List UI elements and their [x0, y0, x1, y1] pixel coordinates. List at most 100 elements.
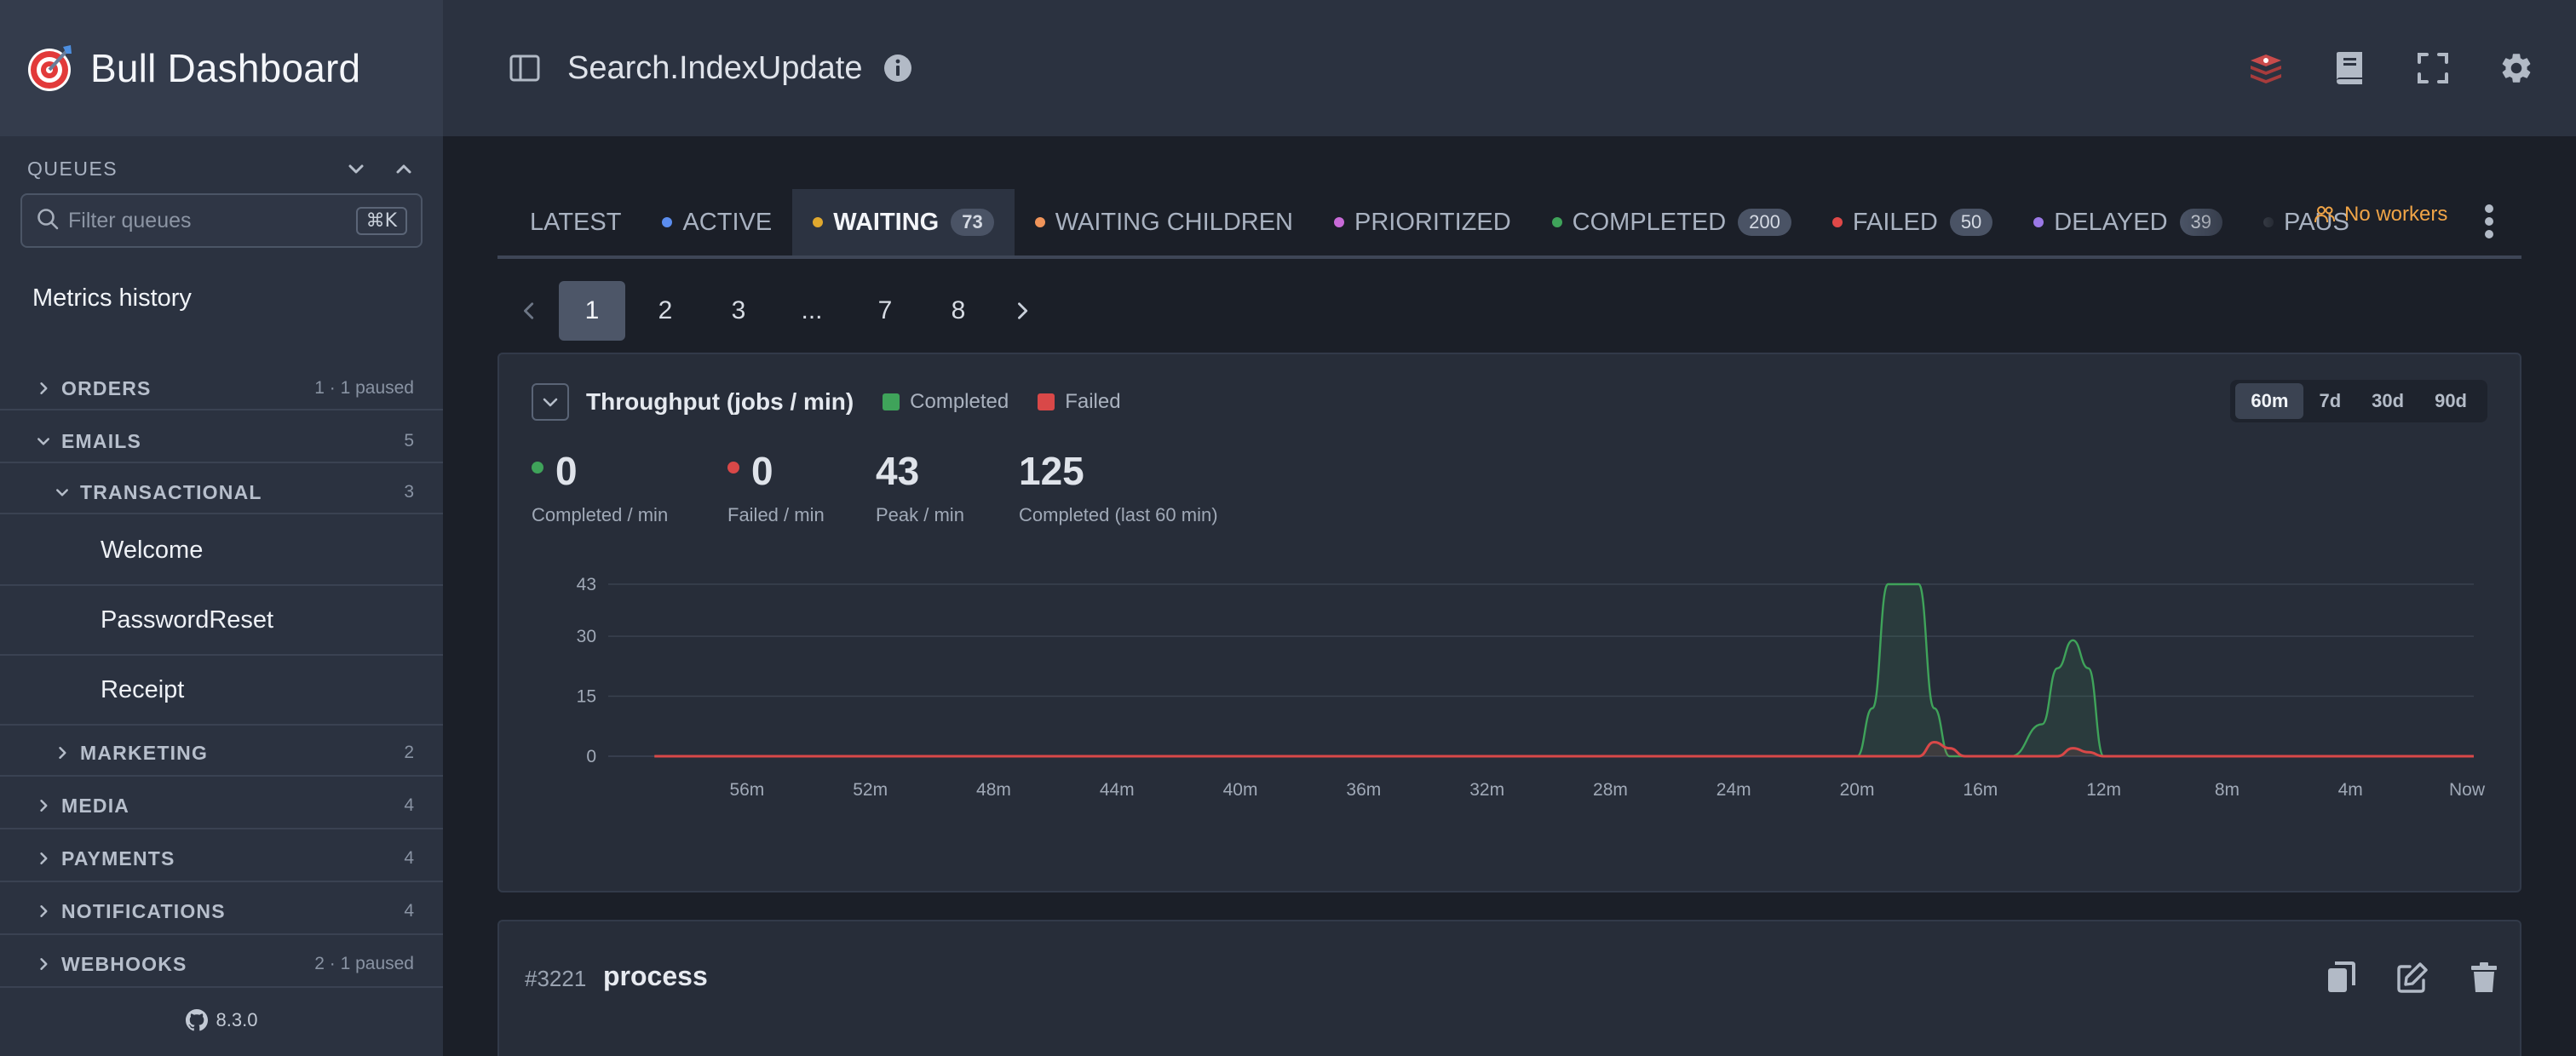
- next-page-chevron-right-icon[interactable]: [998, 281, 1046, 341]
- x-tick-label: 24m: [1716, 780, 1751, 800]
- stat-value: 0: [532, 448, 668, 494]
- queue-group-count: 4: [404, 795, 414, 815]
- legend-failed: Failed: [1038, 390, 1121, 414]
- stat-label: Failed / min: [727, 504, 825, 525]
- filter-queues-input[interactable]: [68, 208, 356, 233]
- copy-icon[interactable]: [2322, 957, 2360, 998]
- tab-prioritized[interactable]: PRIORITIZED: [1314, 189, 1532, 255]
- chevron-down-icon[interactable]: [53, 483, 72, 502]
- x-tick-label: 32m: [1469, 780, 1504, 800]
- status-dot: [662, 217, 673, 227]
- more-options-icon[interactable]: [2477, 201, 2501, 242]
- stat-failed-min: 0 Failed / min: [727, 448, 825, 526]
- chevron-right-icon[interactable]: [34, 379, 53, 398]
- x-tick-label: 36m: [1346, 780, 1381, 800]
- queue-group-payments[interactable]: PAYMENTS 4: [0, 836, 443, 882]
- filter-shortcut-badge: ⌘K: [355, 206, 407, 235]
- tab-failed[interactable]: FAILED 50: [1812, 189, 2013, 255]
- queue-item-passwordreset[interactable]: PasswordReset: [0, 586, 443, 656]
- chevron-right-icon[interactable]: [34, 796, 53, 815]
- job-card: #3221 process: [497, 920, 2521, 1056]
- tab-label: PRIORITIZED: [1354, 208, 1511, 236]
- tab-active[interactable]: ACTIVE: [641, 189, 792, 255]
- tab-count-badge: 50: [1949, 209, 1993, 236]
- queue-group-emails[interactable]: EMAILS 5: [0, 421, 443, 463]
- queue-group-orders[interactable]: ORDERS 1 · 1 paused: [0, 368, 443, 410]
- range-30d[interactable]: 30d: [2356, 383, 2419, 419]
- range-90d[interactable]: 90d: [2419, 383, 2482, 419]
- chart-legend: Completed Failed: [854, 390, 1121, 414]
- chevron-right-icon[interactable]: [53, 743, 72, 762]
- job-actions: [2288, 957, 2503, 998]
- page-button-3[interactable]: 3: [705, 281, 772, 341]
- tab-count-badge: 73: [951, 209, 994, 236]
- queue-item-welcome[interactable]: Welcome: [0, 516, 443, 586]
- range-7d[interactable]: 7d: [2303, 383, 2356, 419]
- docs-book-icon[interactable]: [2326, 44, 2373, 92]
- queue-group-marketing[interactable]: MARKETING 2: [0, 731, 443, 777]
- fullscreen-icon[interactable]: [2409, 44, 2457, 92]
- queue-group-notifications[interactable]: NOTIFICATIONS 4: [0, 889, 443, 935]
- redis-icon[interactable]: [2242, 44, 2290, 92]
- job-name: process: [603, 961, 708, 991]
- metrics-history-link[interactable]: Metrics history: [32, 284, 192, 313]
- page-button-1[interactable]: 1: [559, 281, 625, 341]
- status-dot: [1334, 217, 1344, 227]
- range-60m[interactable]: 60m: [2235, 383, 2304, 419]
- stat-peak-min: 43 Peak / min: [876, 448, 964, 526]
- chevron-right-icon[interactable]: [34, 955, 53, 973]
- tab-label: ACTIVE: [682, 208, 773, 236]
- toggle-sidebar-icon[interactable]: [508, 51, 542, 85]
- stat-value: 125: [1019, 448, 1218, 494]
- info-icon[interactable]: [883, 53, 913, 83]
- brand[interactable]: Bull Dashboard: [0, 0, 443, 136]
- page-button-8[interactable]: 8: [925, 281, 992, 341]
- stat-number: 43: [876, 449, 920, 493]
- series-line-failed: [654, 741, 2474, 758]
- chevron-down-icon[interactable]: [34, 432, 53, 451]
- tab-waiting[interactable]: WAITING 73: [792, 189, 1015, 255]
- previous-page-chevron-left-icon[interactable]: [504, 281, 552, 341]
- stat-completed-min: 0 Completed / min: [532, 448, 668, 526]
- page-button-2[interactable]: 2: [632, 281, 699, 341]
- series-line-completed: [654, 583, 2474, 758]
- no-workers-label: No workers: [2344, 203, 2448, 226]
- chevron-right-icon[interactable]: [34, 849, 53, 868]
- tab-latest[interactable]: LATEST: [497, 189, 641, 255]
- stat-value: 0: [727, 448, 825, 494]
- y-tick-label: 0: [586, 747, 596, 766]
- queue-group-name: MEDIA: [61, 794, 130, 817]
- x-tick-label: 16m: [1963, 780, 1998, 800]
- status-dot: [2033, 217, 2044, 227]
- edit-icon[interactable]: [2394, 957, 2431, 998]
- delete-trash-icon[interactable]: [2465, 957, 2503, 998]
- queue-item-receipt[interactable]: Receipt: [0, 656, 443, 726]
- x-tick-label: 20m: [1840, 780, 1875, 800]
- stat-label: Peak / min: [876, 504, 964, 525]
- expand-all-chevron-down-icon[interactable]: [341, 153, 371, 184]
- queue-title: Search.IndexUpdate: [567, 49, 863, 86]
- series-area-completed: [654, 584, 2475, 756]
- settings-gear-icon[interactable]: [2493, 44, 2540, 92]
- chevron-right-icon[interactable]: [34, 902, 53, 921]
- x-tick-label: Now: [2449, 780, 2486, 800]
- queue-group-media[interactable]: MEDIA 4: [0, 783, 443, 829]
- page-button-7[interactable]: 7: [852, 281, 918, 341]
- tab-count-badge: 200: [1738, 209, 1791, 236]
- collapse-chart-button[interactable]: [532, 383, 569, 421]
- queue-group-count: 2 · 1 paused: [314, 954, 414, 973]
- queue-group-transactional[interactable]: TRANSACTIONAL 3: [0, 472, 443, 514]
- collapse-all-chevron-up-icon[interactable]: [388, 153, 419, 184]
- stat-dot: [532, 462, 543, 473]
- x-tick-label: 4m: [2338, 780, 2363, 800]
- status-dot: [1034, 217, 1045, 227]
- stat-completed-last-60-min: 125 Completed (last 60 min): [1019, 448, 1218, 526]
- tab-label: DELAYED: [2054, 208, 2168, 236]
- tab-label: FAILED: [1852, 208, 1938, 236]
- version-footer[interactable]: 8.3.0: [0, 1009, 443, 1031]
- tab-waiting-children[interactable]: WAITING CHILDREN: [1015, 189, 1314, 255]
- tab-completed[interactable]: COMPLETED 200: [1532, 189, 1812, 255]
- queue-group-name: MARKETING: [80, 741, 209, 764]
- queue-group-webhooks[interactable]: WEBHOOKS 2 · 1 paused: [0, 942, 443, 988]
- series-area-failed: [654, 742, 2475, 756]
